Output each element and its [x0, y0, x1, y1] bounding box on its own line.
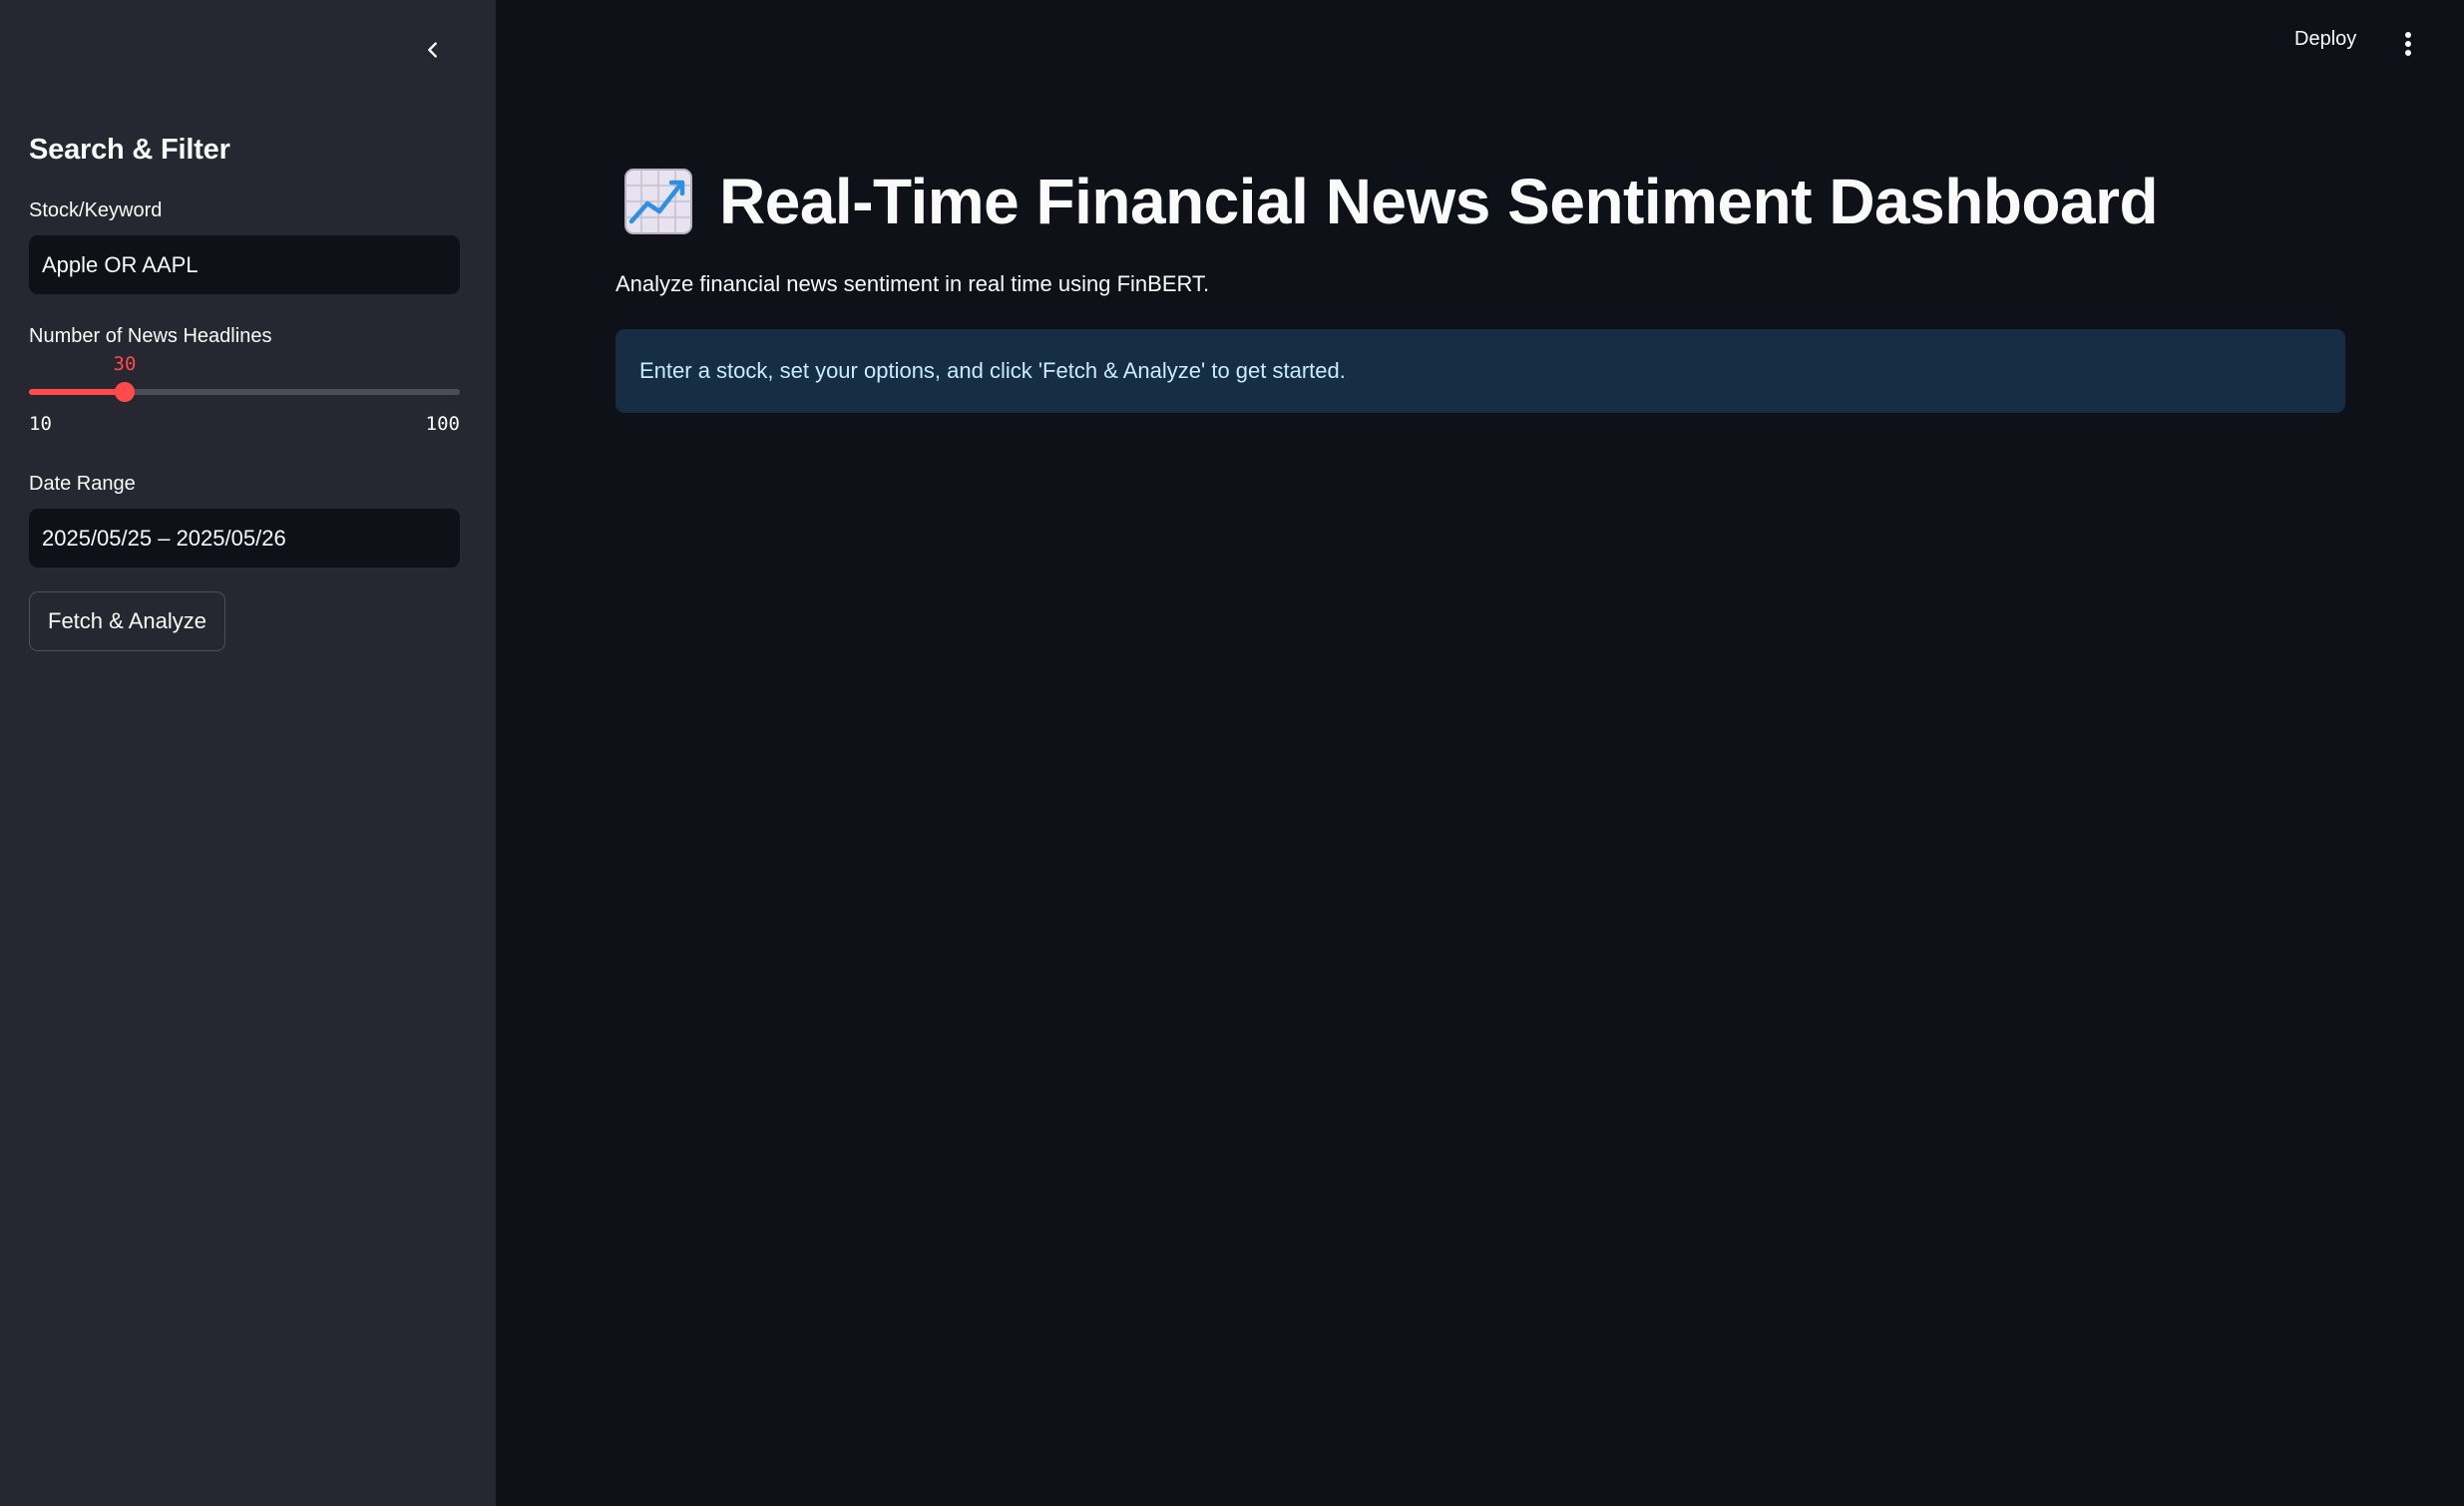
chevron-left-icon	[428, 42, 437, 58]
chart-increasing-icon	[624, 169, 692, 234]
slider-fill	[29, 389, 125, 395]
sidebar: Search & Filter Stock/Keyword Number of …	[0, 0, 496, 1506]
page-title-row: Real-Time Financial News Sentiment Dashb…	[623, 165, 2159, 238]
slider-max-label: 100	[425, 413, 460, 435]
deploy-button[interactable]: Deploy	[2294, 28, 2356, 51]
headlines-slider[interactable]: 30 10 100	[29, 349, 460, 435]
date-range-input[interactable]	[29, 509, 460, 567]
stock-keyword-input[interactable]	[29, 235, 460, 294]
main-menu-button[interactable]	[2394, 26, 2422, 62]
slider-min-label: 10	[29, 413, 52, 435]
slider-thumb[interactable]	[115, 382, 135, 402]
headlines-count-label: Number of News Headlines	[29, 325, 272, 347]
sidebar-heading: Search & Filter	[29, 134, 230, 166]
stock-keyword-label: Stock/Keyword	[29, 199, 163, 221]
slider-current-value: 30	[113, 353, 137, 375]
page-subtitle: Analyze financial news sentiment in real…	[616, 271, 1210, 296]
vertical-ellipsis-icon	[2405, 32, 2411, 56]
date-range-label: Date Range	[29, 473, 136, 495]
fetch-analyze-button[interactable]: Fetch & Analyze	[29, 591, 225, 651]
info-alert: Enter a stock, set your options, and cli…	[616, 329, 2345, 413]
app-root: Search & Filter Stock/Keyword Number of …	[0, 0, 2464, 1506]
info-alert-text: Enter a stock, set your options, and cli…	[639, 358, 1346, 383]
page-title: Real-Time Financial News Sentiment Dashb…	[719, 166, 2159, 237]
collapse-sidebar-button[interactable]	[415, 32, 451, 68]
